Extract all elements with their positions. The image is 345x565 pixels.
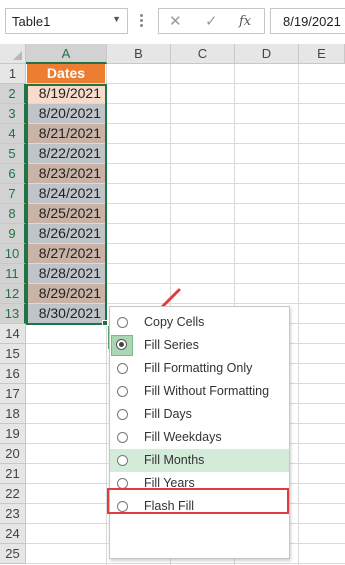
radio-icon[interactable] [117, 363, 128, 374]
row-header-25[interactable]: 25 [0, 544, 26, 564]
row-header-16[interactable]: 16 [0, 364, 26, 384]
menu-item-fill-series[interactable]: Fill Series [110, 334, 289, 357]
menu-item-label: Fill Series [144, 338, 199, 352]
date-cell[interactable]: 8/20/2021 [27, 104, 105, 123]
row-header-10[interactable]: 10 [0, 244, 26, 264]
menu-item-flash-fill[interactable]: Flash Fill [110, 495, 289, 518]
row-header-22[interactable]: 22 [0, 484, 26, 504]
row-header-19[interactable]: 19 [0, 424, 26, 444]
formula-bar-grip-icon[interactable] [140, 14, 146, 28]
date-cell[interactable]: 8/28/2021 [27, 264, 105, 283]
radio-icon[interactable] [117, 455, 128, 466]
column-header-a[interactable]: A [26, 44, 107, 64]
menu-item-fill-formatting-only[interactable]: Fill Formatting Only [110, 357, 289, 380]
row-header-7[interactable]: 7 [0, 184, 26, 204]
radio-icon[interactable] [117, 432, 128, 443]
radio-icon[interactable] [117, 386, 128, 397]
date-cell[interactable]: 8/30/2021 [27, 304, 105, 323]
row-header-15[interactable]: 15 [0, 344, 26, 364]
date-cell[interactable]: 8/24/2021 [27, 184, 105, 203]
date-cell[interactable]: 8/25/2021 [27, 204, 105, 223]
row-header-23[interactable]: 23 [0, 504, 26, 524]
row-header-11[interactable]: 11 [0, 264, 26, 284]
row-header-13[interactable]: 13 [0, 304, 26, 324]
formula-value: 8/19/2021 [283, 14, 341, 29]
grid-line [26, 563, 345, 564]
cancel-icon[interactable]: ✕ [169, 12, 182, 30]
column-header-d[interactable]: D [235, 44, 299, 64]
menu-item-label: Fill Without Formatting [144, 384, 270, 398]
name-box[interactable]: Table1 ▼ [5, 8, 128, 34]
menu-item-label: Fill Months [144, 453, 205, 467]
radio-icon[interactable] [117, 409, 128, 420]
date-cell[interactable]: 8/26/2021 [27, 224, 105, 243]
row-header-4[interactable]: 4 [0, 124, 26, 144]
row-header-20[interactable]: 20 [0, 444, 26, 464]
menu-item-fill-without-formatting[interactable]: Fill Without Formatting [110, 380, 289, 403]
radio-icon[interactable] [117, 317, 128, 328]
menu-item-fill-weekdays[interactable]: Fill Weekdays [110, 426, 289, 449]
row-header-8[interactable]: 8 [0, 204, 26, 224]
formula-input[interactable]: 8/19/2021 [270, 8, 345, 34]
date-cell[interactable]: 8/21/2021 [27, 124, 105, 143]
menu-item-fill-days[interactable]: Fill Days [110, 403, 289, 426]
insert-function-icon[interactable]: fx [239, 14, 251, 29]
menu-item-copy-cells[interactable]: Copy Cells [110, 311, 289, 334]
date-cell[interactable]: 8/19/2021 [27, 84, 105, 103]
column-header-e[interactable]: E [299, 44, 345, 64]
row-header-21[interactable]: 21 [0, 464, 26, 484]
cell-a1-header[interactable]: Dates [27, 64, 105, 83]
row-header-17[interactable]: 17 [0, 384, 26, 404]
enter-icon[interactable]: ✓ [205, 12, 218, 30]
row-header-3[interactable]: 3 [0, 104, 26, 124]
row-header-1[interactable]: 1 [0, 64, 26, 84]
date-cell[interactable]: 8/22/2021 [27, 144, 105, 163]
select-all-button[interactable] [0, 44, 26, 64]
column-header-b[interactable]: B [107, 44, 171, 64]
menu-item-label: Fill Years [144, 476, 195, 490]
date-cell[interactable]: 8/23/2021 [27, 164, 105, 183]
column-header-c[interactable]: C [171, 44, 235, 64]
auto-fill-options-menu: Copy Cells Fill Series Fill Formatting O… [109, 306, 290, 559]
row-header-18[interactable]: 18 [0, 404, 26, 424]
formula-buttons: ✕ ✓ fx [158, 8, 265, 34]
menu-item-fill-months[interactable]: Fill Months [110, 449, 289, 472]
row-header-12[interactable]: 12 [0, 284, 26, 304]
chevron-down-icon[interactable]: ▼ [112, 14, 121, 24]
date-cell[interactable]: 8/27/2021 [27, 244, 105, 263]
menu-item-label: Fill Weekdays [144, 430, 222, 444]
grid-line [106, 64, 107, 565]
radio-icon[interactable] [117, 478, 128, 489]
menu-item-label: Fill Days [144, 407, 192, 421]
radio-icon[interactable] [117, 501, 128, 512]
row-header-9[interactable]: 9 [0, 224, 26, 244]
row-header-6[interactable]: 6 [0, 164, 26, 184]
grid-line [298, 64, 299, 565]
menu-item-label: Fill Formatting Only [144, 361, 253, 375]
menu-item-label: Copy Cells [144, 315, 205, 329]
row-header-24[interactable]: 24 [0, 524, 26, 544]
row-header-14[interactable]: 14 [0, 324, 26, 344]
row-header-2[interactable]: 2 [0, 84, 26, 104]
row-header-5[interactable]: 5 [0, 144, 26, 164]
menu-item-label: Flash Fill [144, 499, 195, 513]
formula-bar: Table1 ▼ ✕ ✓ fx 8/19/2021 [0, 0, 345, 44]
menu-item-fill-years[interactable]: Fill Years [110, 472, 289, 495]
radio-icon[interactable] [116, 339, 127, 350]
date-cell[interactable]: 8/29/2021 [27, 284, 105, 303]
name-box-value: Table1 [12, 14, 51, 29]
